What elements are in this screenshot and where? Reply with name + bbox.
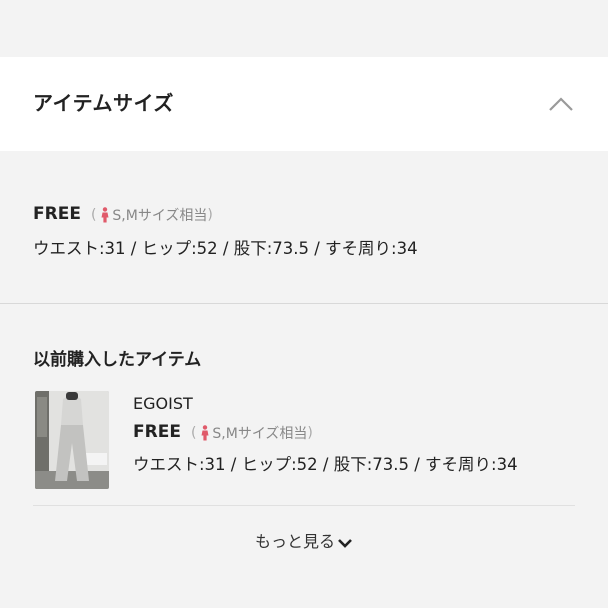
section-title: アイテムサイズ — [33, 91, 174, 115]
paren-open: ( — [90, 207, 97, 223]
item-size-equivalent: ( S,Mサイズ相当 ) — [191, 423, 313, 443]
woman-figure-icon — [201, 425, 209, 441]
section-divider — [0, 303, 608, 304]
size-equivalent-label: S,Mサイズ相当 — [112, 208, 208, 224]
product-photo — [35, 391, 109, 489]
woman-figure-icon — [101, 207, 109, 223]
item-info: EGOIST FREE ( S,Mサイズ相当 ) ウエスト:31 / ヒップ:5… — [133, 394, 518, 475]
collapse-button[interactable] — [544, 87, 578, 121]
item-divider — [33, 505, 575, 506]
chevron-down-icon — [338, 538, 352, 548]
item-size-name: FREE — [133, 422, 181, 442]
size-name: FREE — [33, 204, 81, 224]
size-measurements: ウエスト:31 / ヒップ:52 / 股下:73.5 / すそ周り:34 — [33, 239, 418, 258]
item-measurements: ウエスト:31 / ヒップ:52 / 股下:73.5 / すそ周り:34 — [133, 455, 518, 474]
show-more-label: もっと見る — [254, 532, 335, 551]
item-size-equivalent-label: S,Mサイズ相当 — [212, 426, 308, 442]
paren-close: ) — [307, 425, 313, 441]
history-title: 以前購入したアイテム — [33, 350, 202, 370]
paren-close: ) — [207, 207, 213, 223]
item-brand: EGOIST — [133, 394, 193, 413]
purchased-item[interactable]: EGOIST FREE ( S,Mサイズ相当 ) ウエスト:31 / ヒップ:5… — [35, 391, 575, 491]
item-size-header[interactable]: アイテムサイズ — [0, 57, 608, 151]
show-more-button[interactable]: もっと見る — [0, 528, 608, 552]
chevron-up-icon — [549, 97, 573, 111]
paren-open: ( — [190, 425, 197, 441]
size-info: FREE ( S,Mサイズ相当 ) ウエスト:31 / ヒップ:52 / 股下:… — [33, 204, 418, 259]
item-thumbnail[interactable] — [35, 391, 109, 489]
size-equivalent: ( S,Mサイズ相当 ) — [91, 205, 213, 225]
